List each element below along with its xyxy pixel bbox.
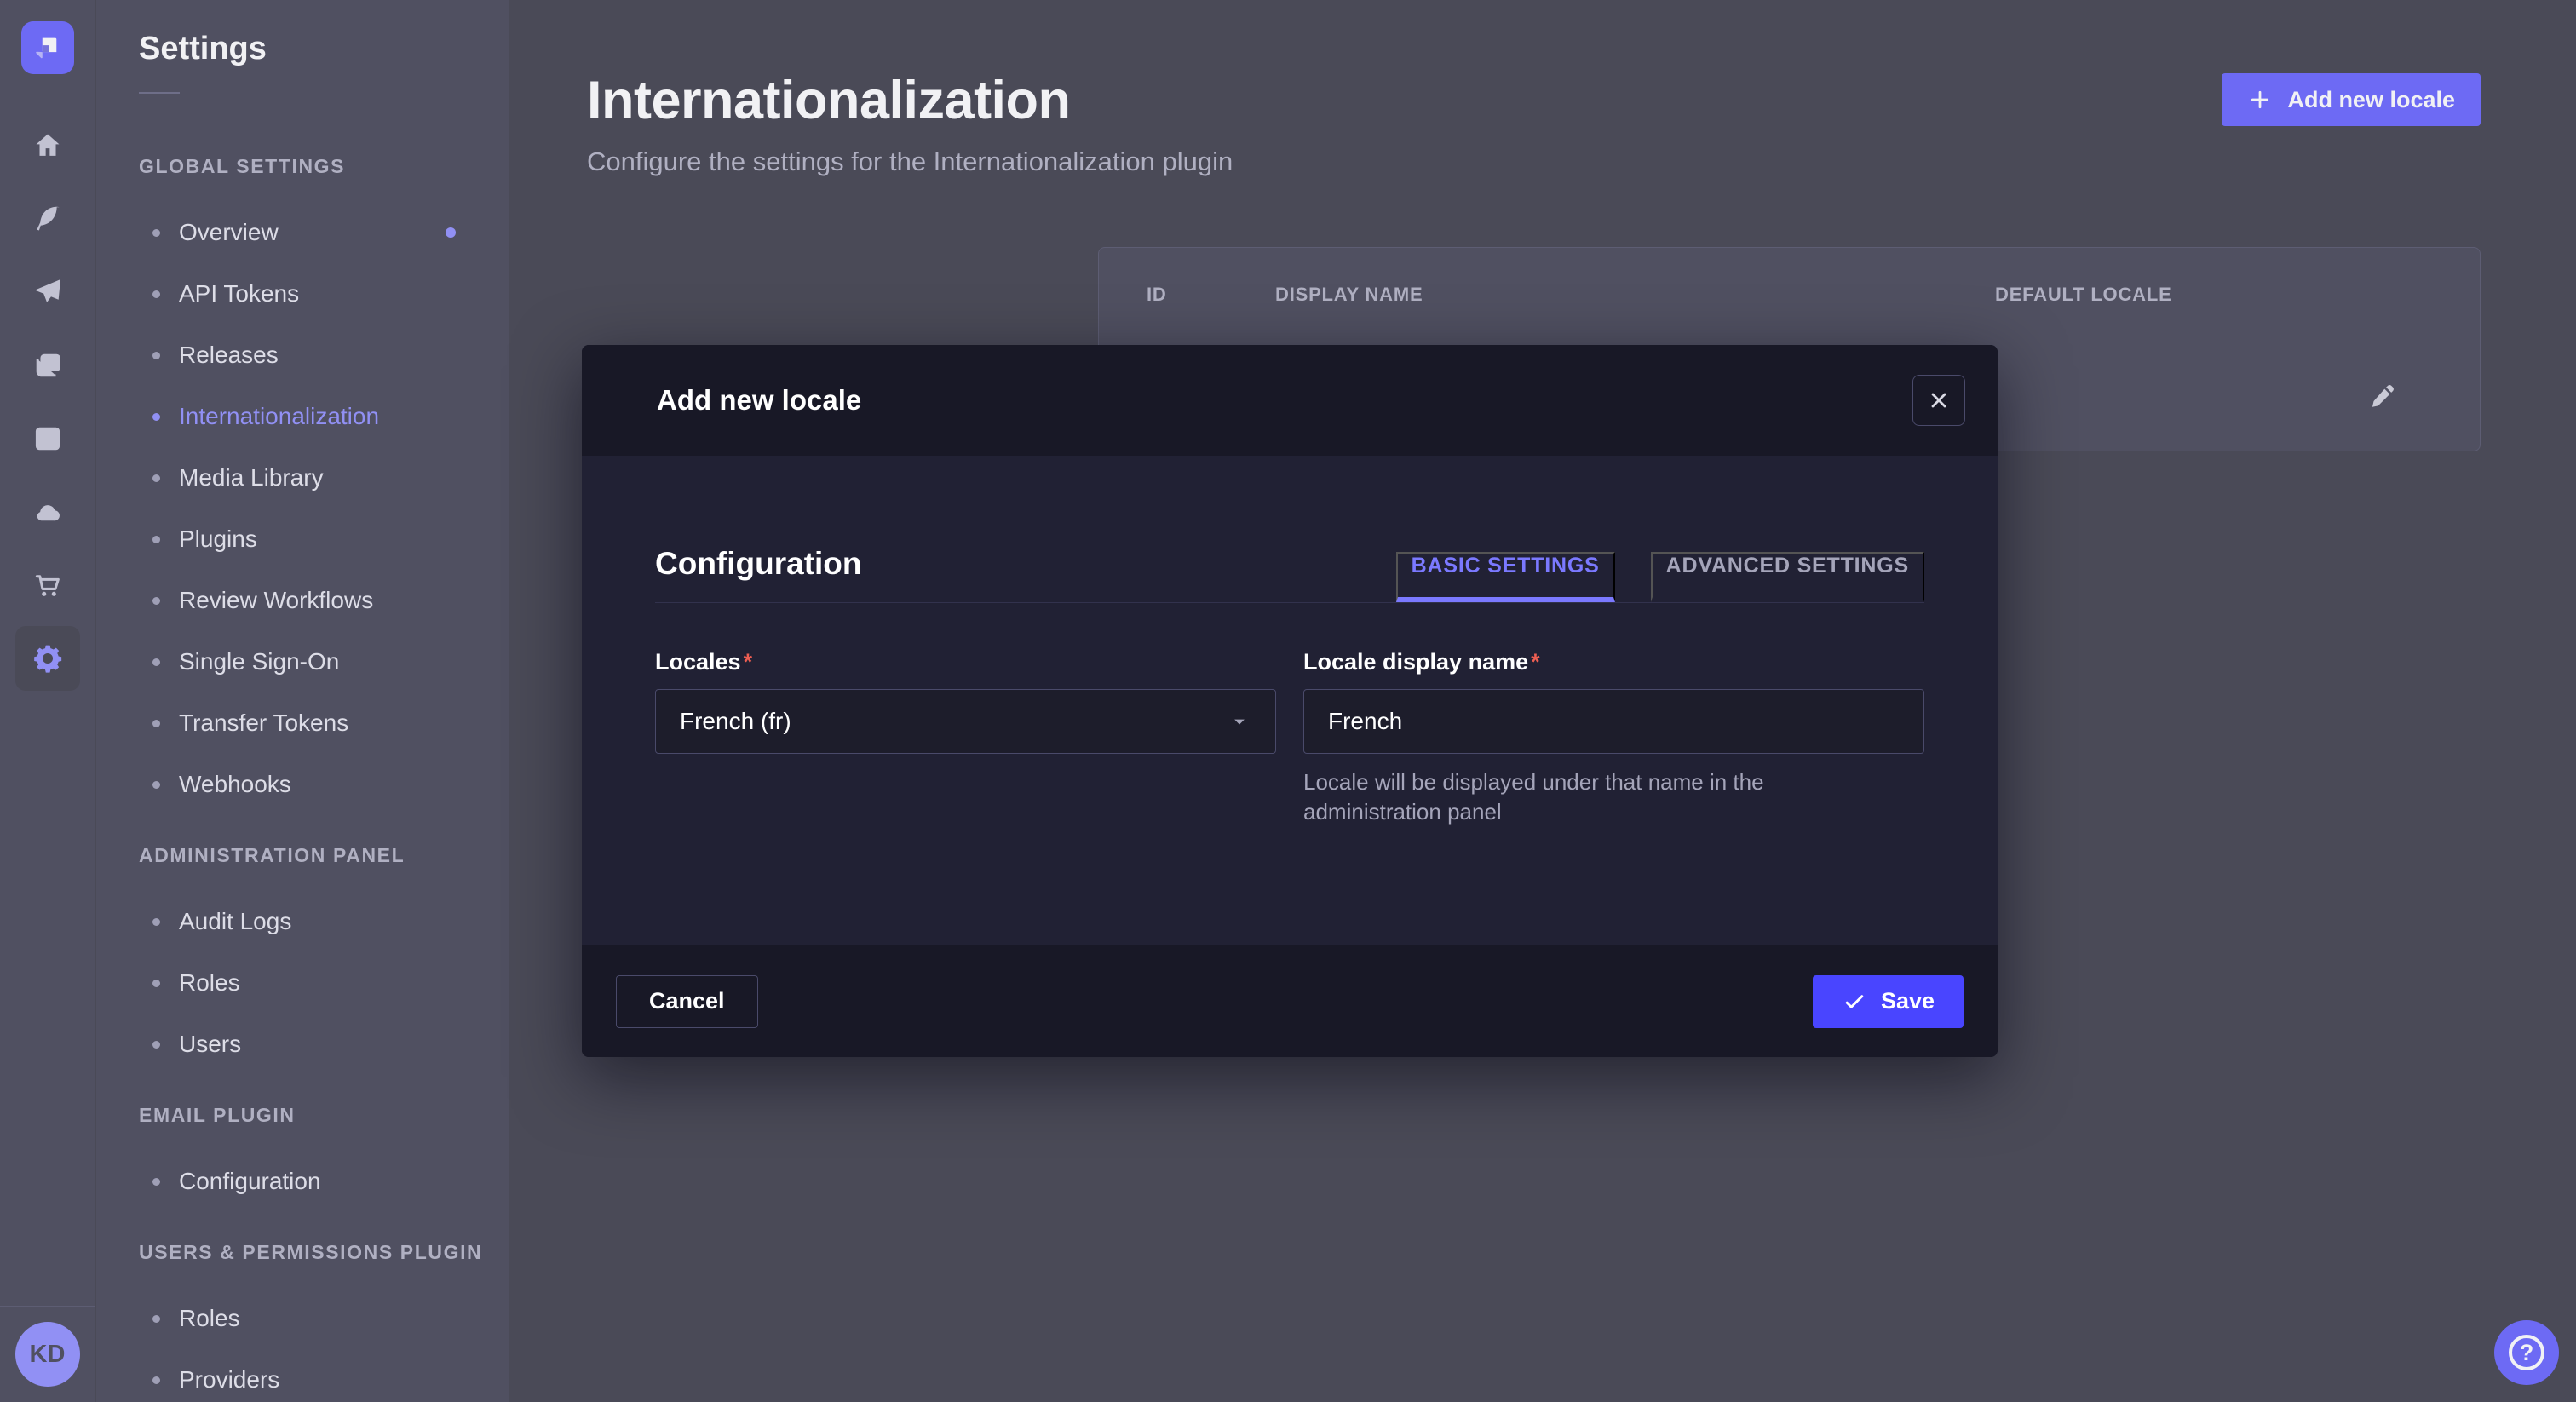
required-asterisk: * <box>744 649 753 675</box>
close-icon <box>1927 388 1951 412</box>
save-button[interactable]: Save <box>1813 975 1964 1028</box>
locales-select-value: French (fr) <box>680 708 791 735</box>
configuration-title: Configuration <box>655 546 862 602</box>
close-modal-button[interactable] <box>1912 375 1965 426</box>
locales-label: Locales* <box>655 649 1276 675</box>
cancel-button[interactable]: Cancel <box>616 975 758 1028</box>
modal-body: Configuration BASIC SETTINGS ADVANCED SE… <box>582 456 1998 945</box>
add-new-locale-modal: Add new locale Configuration BASIC SETTI… <box>582 345 1998 1057</box>
modal-footer: Cancel Save <box>582 945 1998 1057</box>
display-name-label: Locale display name* <box>1303 649 1924 675</box>
chevron-down-icon <box>1228 710 1251 733</box>
locales-field: Locales* French (fr) <box>655 649 1276 827</box>
display-name-field: Locale display name* Locale will be disp… <box>1303 649 1924 827</box>
locales-select[interactable]: French (fr) <box>655 689 1276 754</box>
tab-advanced-settings[interactable]: ADVANCED SETTINGS <box>1651 552 1924 602</box>
modal-header: Add new locale <box>582 345 1998 456</box>
display-name-input[interactable] <box>1303 689 1924 754</box>
tab-basic-settings[interactable]: BASIC SETTINGS <box>1396 552 1615 602</box>
required-asterisk: * <box>1531 649 1540 675</box>
app-window: KD Settings GLOBAL SETTINGS Overview API… <box>0 0 2576 1402</box>
configuration-header: Configuration BASIC SETTINGS ADVANCED SE… <box>655 456 1924 603</box>
check-icon <box>1842 989 1867 1014</box>
modal-title: Add new locale <box>657 384 861 417</box>
settings-tabs: BASIC SETTINGS ADVANCED SETTINGS <box>1396 552 1924 602</box>
display-name-helper-text: Locale will be displayed under that name… <box>1303 767 1891 827</box>
locale-form: Locales* French (fr) Locale display name… <box>655 649 1924 827</box>
